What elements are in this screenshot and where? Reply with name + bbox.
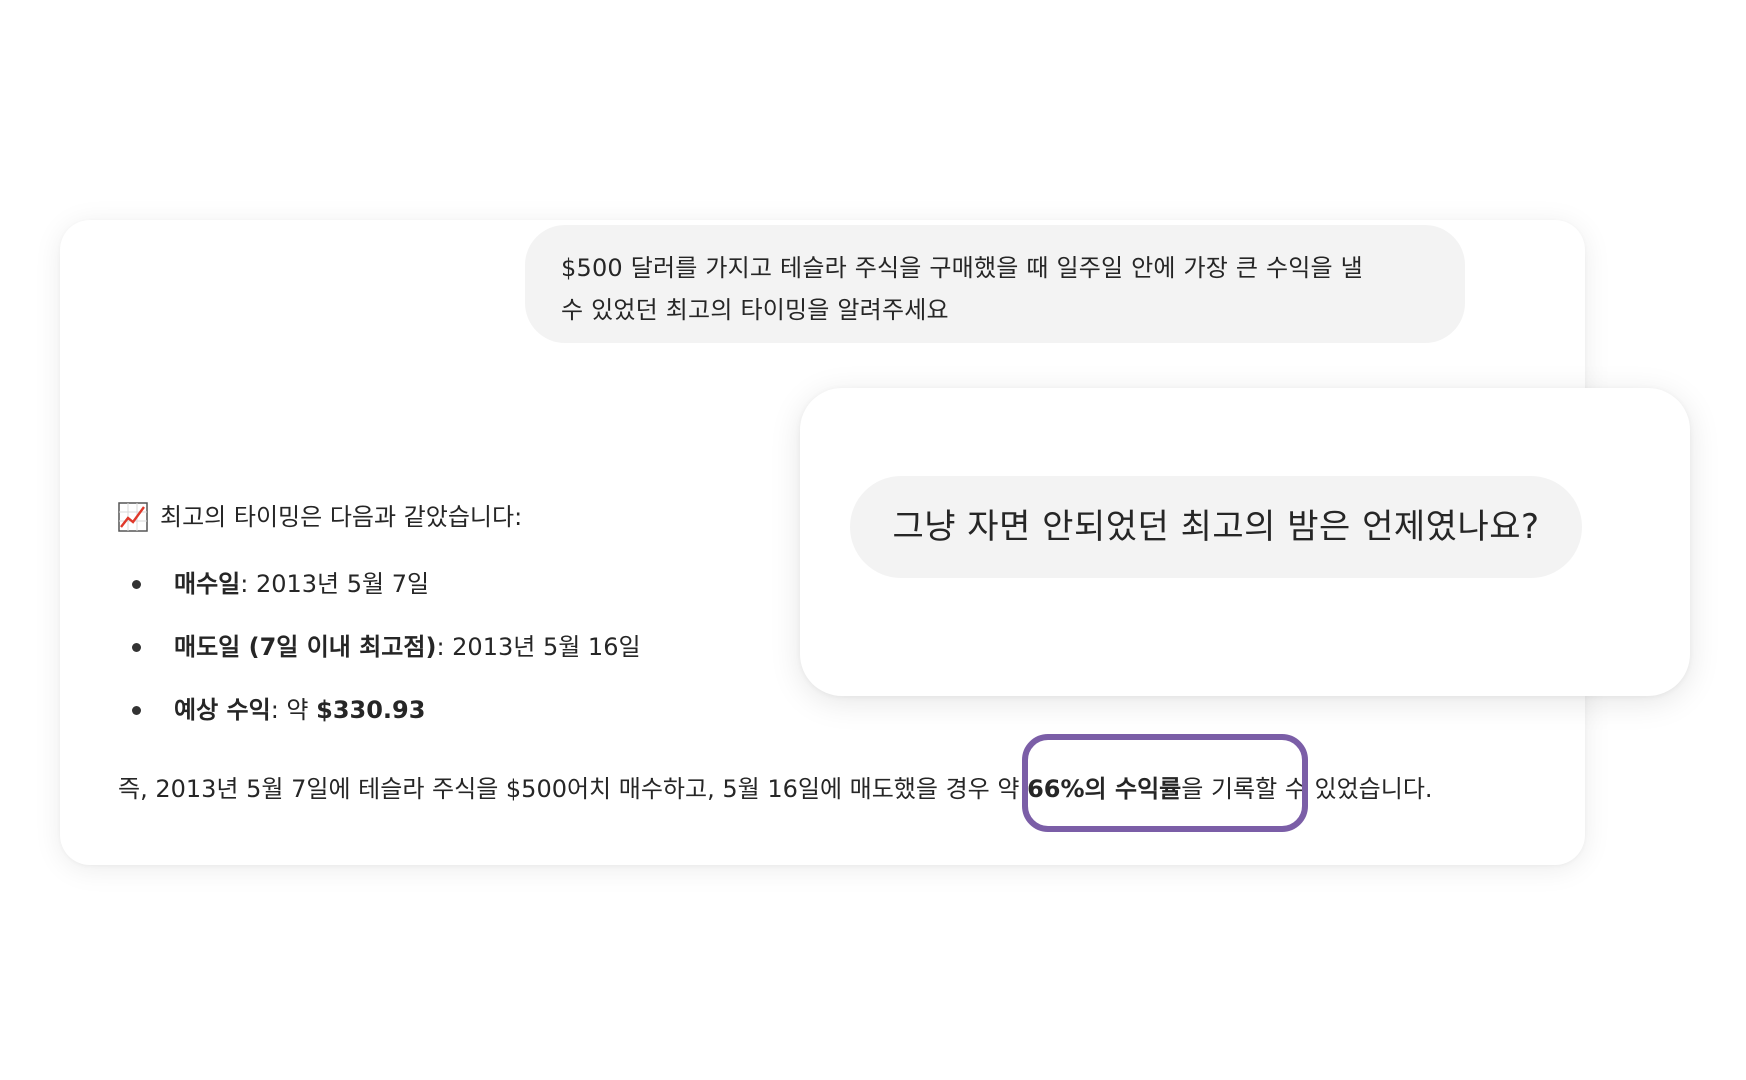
overlay-message-bubble: 그냥 자면 안되었던 최고의 밤은 언제였나요? <box>850 476 1582 578</box>
bullet-label: 매수일 <box>174 570 241 598</box>
bullet-value: 2013년 5월 16일 <box>452 633 641 661</box>
bullet-value-bold: $330.93 <box>316 696 426 724</box>
bullet-separator: : <box>270 696 287 724</box>
user-message-line-2: 수 있었던 최고의 타이밍을 알려주세요 <box>561 296 949 324</box>
screenshot-stage: $500 달러를 가지고 테슬라 주식을 구매했을 때 일주일 안에 가장 큰 … <box>0 0 1746 1080</box>
bullet-label: 예상 수익 <box>174 696 271 724</box>
highlight-ring <box>1022 734 1308 832</box>
answer-intro-text: 최고의 타이밍은 다음과 같았습니다: <box>160 503 523 531</box>
bullet-value-prefix: 약 <box>286 696 317 724</box>
user-message-bubble: $500 달러를 가지고 테슬라 주식을 구매했을 때 일주일 안에 가장 큰 … <box>525 225 1465 343</box>
user-message-line-1: $500 달러를 가지고 테슬라 주식을 구매했을 때 일주일 안에 가장 큰 … <box>561 254 1363 282</box>
bullet-dot <box>132 643 141 652</box>
bullet-dot <box>132 580 141 589</box>
bullet-separator: : <box>240 570 256 598</box>
bullet-dot <box>132 706 141 715</box>
bullet-label: 매도일 (7일 이내 최고점) <box>174 633 437 661</box>
summary-text-part-1: 즉, 2013년 5월 7일에 테슬라 주식을 $500어치 매수하고, 5월 … <box>118 775 1028 803</box>
bullet-separator: : <box>436 633 453 661</box>
bullet-value: 2013년 5월 7일 <box>255 570 430 598</box>
chart-increasing-icon <box>118 502 148 532</box>
overlay-card: 그냥 자면 안되었던 최고의 밤은 언제였나요? <box>800 388 1690 696</box>
